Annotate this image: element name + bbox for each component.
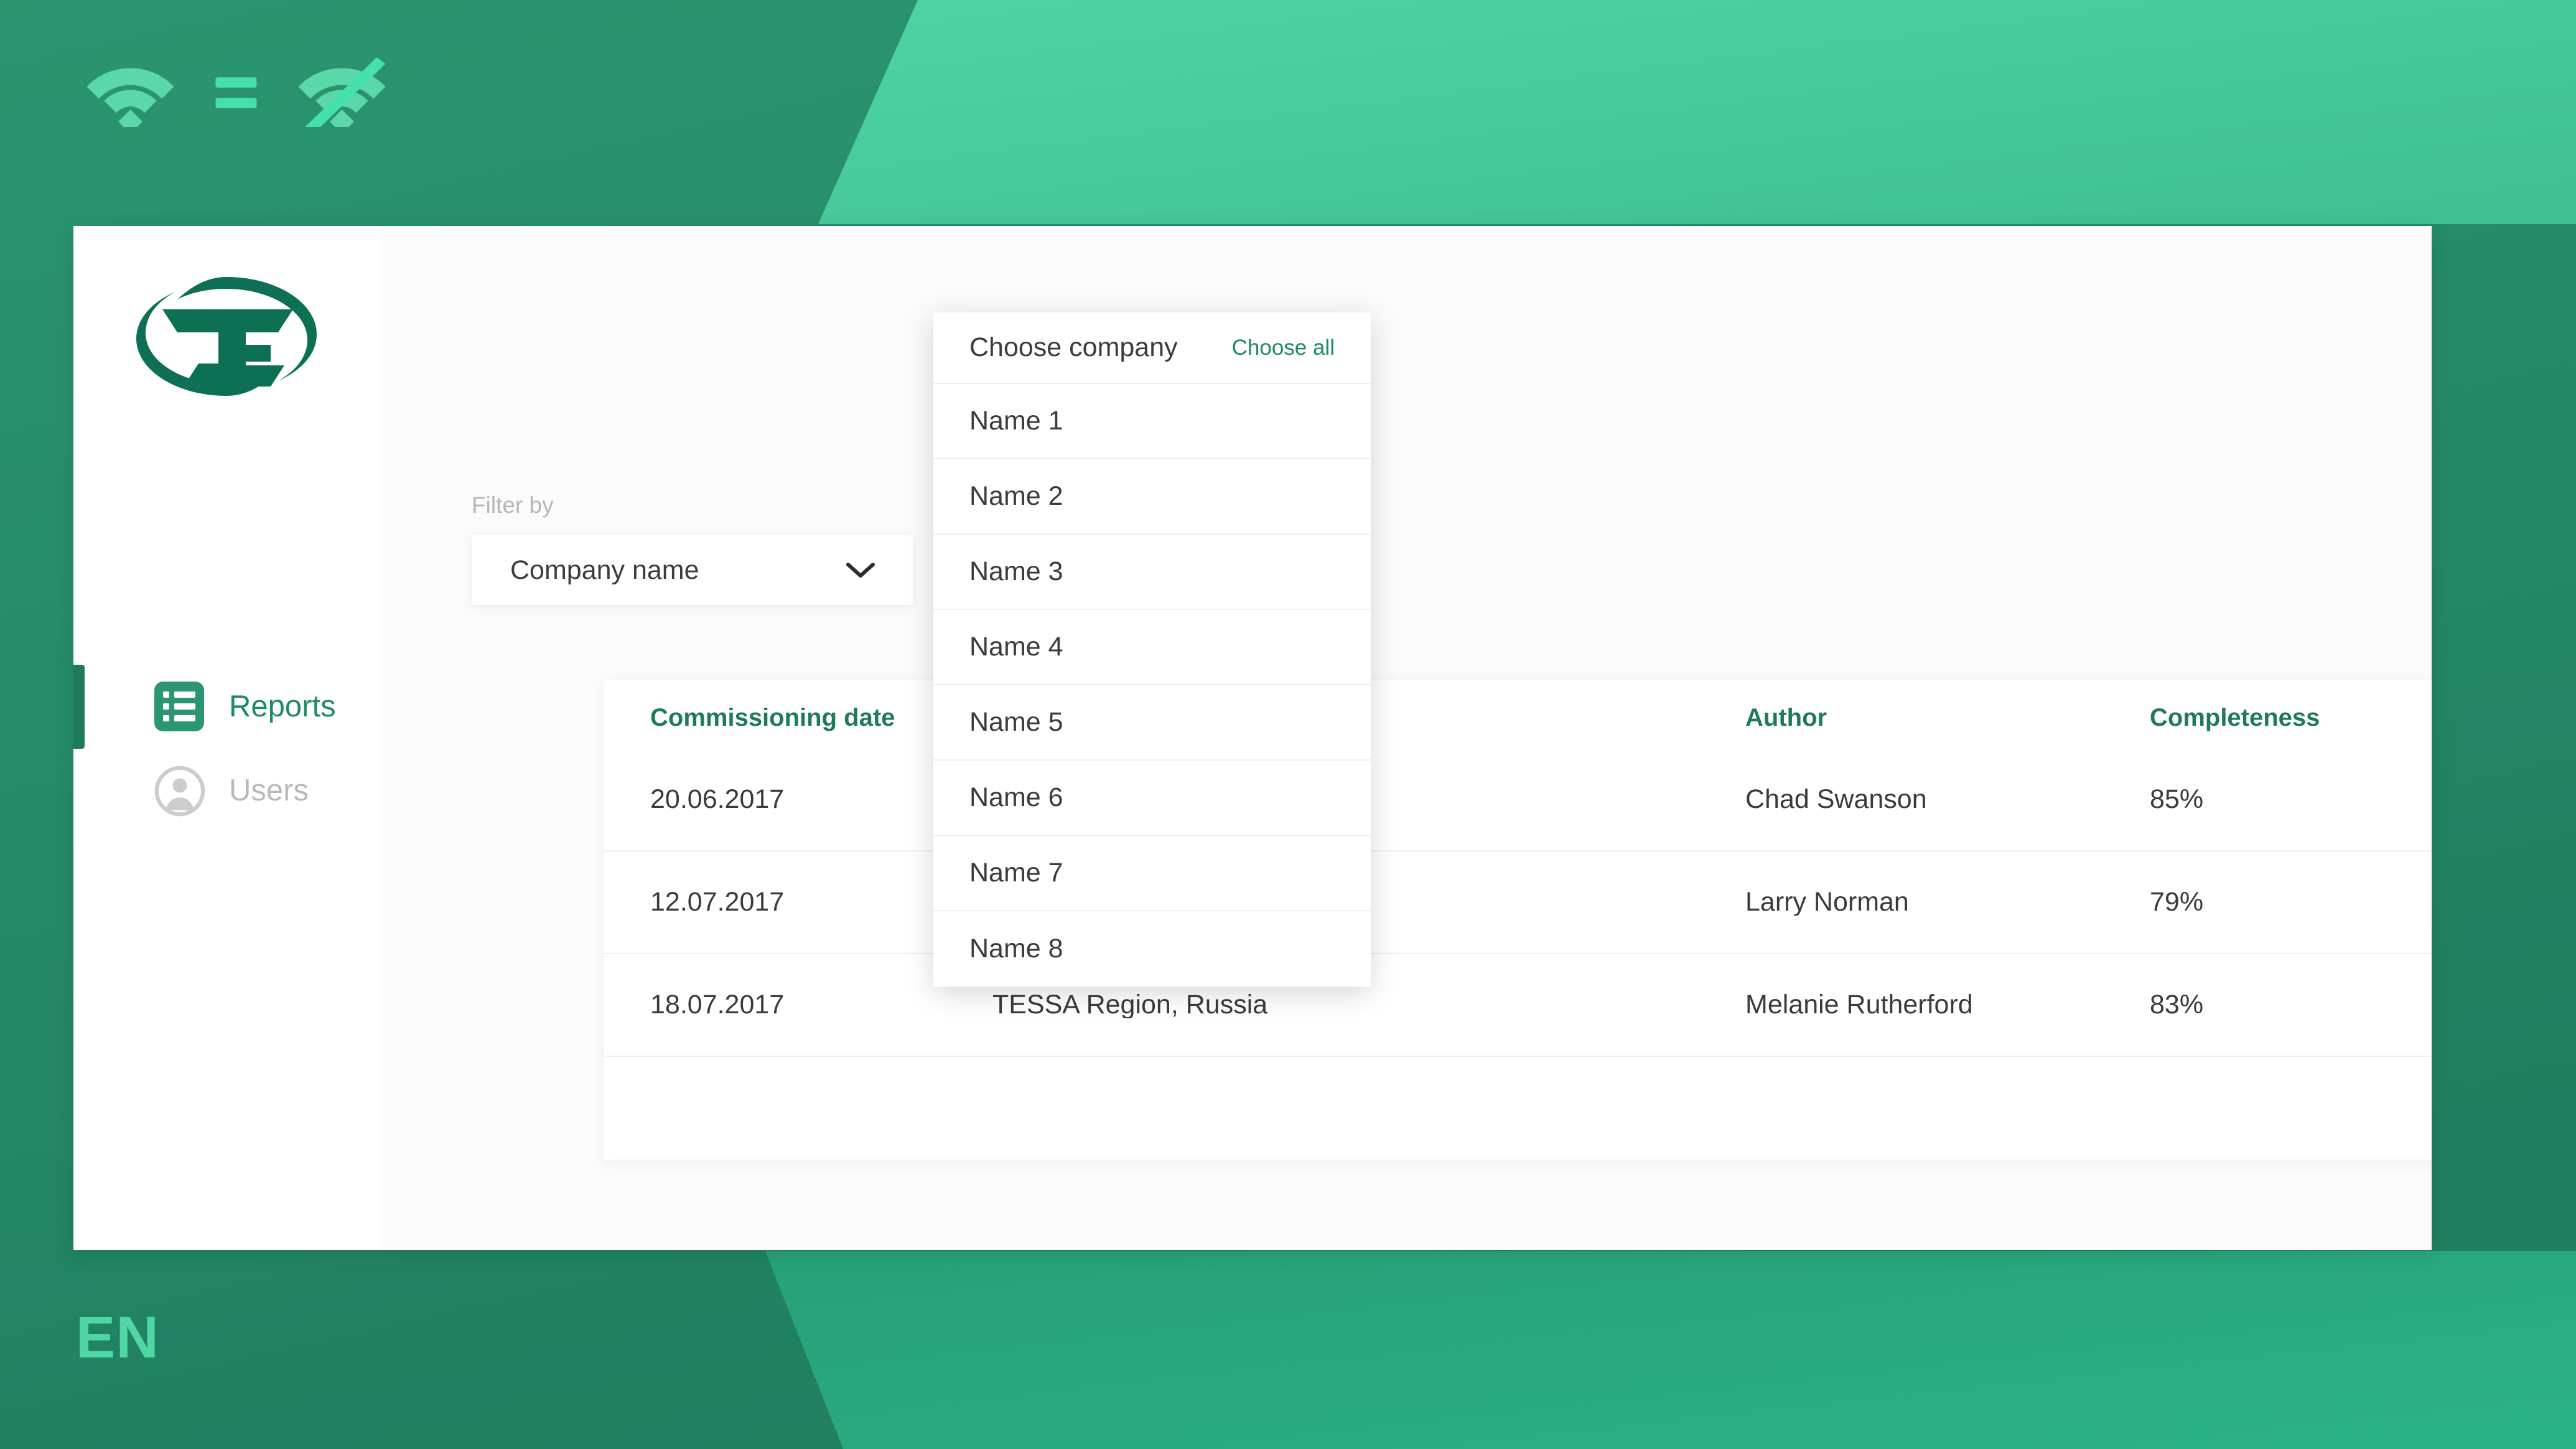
table-row[interactable]: 18.07.2017 TESSA Region, Russia Melanie … — [604, 954, 2432, 1057]
cell-completeness: 79% — [2150, 889, 2204, 916]
chevron-down-icon — [846, 562, 875, 578]
table-header-row: Commissioning date Region Author Complet… — [604, 687, 2432, 749]
dropdown-option[interactable]: Name 3 — [933, 535, 1371, 610]
dropdown-option[interactable]: Name 6 — [933, 761, 1371, 836]
tel-logo[interactable] — [73, 270, 380, 403]
user-circle-icon — [154, 766, 205, 817]
column-header-author: Author — [1745, 704, 1827, 731]
cell-completeness: 83% — [2150, 992, 2204, 1018]
dropdown-header: Choose company Choose all — [933, 312, 1371, 384]
dropdown-option[interactable]: Name 5 — [933, 685, 1371, 761]
connection-illustration — [76, 49, 396, 138]
dropdown-title: Choose company — [969, 332, 1178, 362]
list-icon — [154, 681, 205, 733]
column-header-completeness: Completeness — [2150, 704, 2320, 731]
select-value: Company name — [510, 555, 699, 585]
sidebar-item-label: Users — [229, 774, 309, 807]
main-content: Filter by Company name Commissioning dat… — [380, 226, 2432, 1250]
table-row[interactable]: 20.06.2017 TESSA Region, Russian Chad Sw… — [604, 749, 2432, 851]
language-switcher[interactable]: EN — [76, 1308, 159, 1367]
choose-all-link[interactable]: Choose all — [1232, 337, 1335, 359]
cell-date: 18.07.2017 — [650, 992, 785, 1018]
company-dropdown-popover: Choose company Choose all Name 1 Name 2 … — [933, 312, 1371, 987]
sidebar-nav: Reports Users — [73, 665, 380, 833]
table-row[interactable]: 12.07.2017 TESSA Region, Russia Larry No… — [604, 851, 2432, 954]
sidebar-item-reports[interactable]: Reports — [73, 665, 380, 749]
equals-icon — [185, 49, 287, 126]
wifi-off-icon — [287, 49, 396, 138]
dropdown-option[interactable]: Name 1 — [933, 384, 1371, 459]
cell-author: Melanie Rutherford — [1745, 992, 1973, 1018]
cell-region: TESSA Region, Russia — [992, 992, 1268, 1018]
cell-author: Larry Norman — [1745, 889, 1909, 916]
sidebar: Reports Users — [73, 226, 380, 1250]
cell-author: Chad Swanson — [1745, 786, 1927, 813]
filter-by-label: Filter by — [472, 492, 554, 518]
table-body: 20.06.2017 TESSA Region, Russian Chad Sw… — [604, 749, 2432, 1057]
dropdown-option[interactable]: Name 2 — [933, 459, 1371, 535]
wifi-on-icon — [76, 49, 185, 135]
dropdown-option[interactable]: Name 4 — [933, 610, 1371, 685]
cell-completeness: 85% — [2150, 786, 2204, 813]
dropdown-option[interactable]: Name 8 — [933, 911, 1371, 987]
company-name-select[interactable]: Company name — [472, 535, 913, 605]
active-indicator — [73, 665, 85, 749]
dropdown-option[interactable]: Name 7 — [933, 836, 1371, 911]
sidebar-item-users[interactable]: Users — [73, 749, 380, 833]
sidebar-item-label: Reports — [229, 690, 336, 723]
